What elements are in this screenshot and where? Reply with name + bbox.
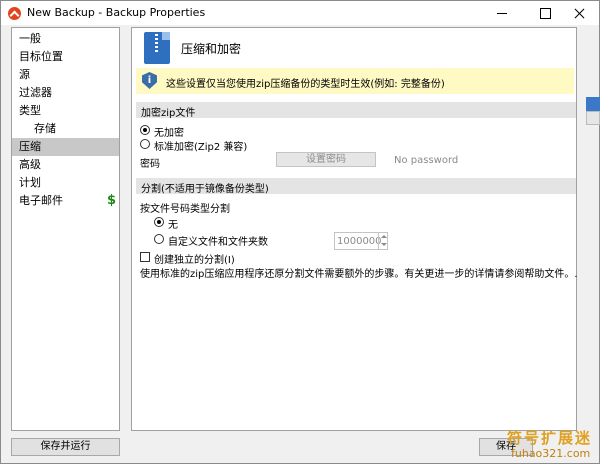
password-label: 密码	[140, 159, 160, 170]
create-split-label[interactable]: 创建独立的分割(I)	[154, 251, 235, 266]
site-watermark: 符号扩展迷 fuhao321.com	[499, 425, 599, 464]
encryption-section-title: 加密zip文件	[141, 108, 196, 119]
info-shield-icon: i	[142, 72, 157, 89]
page-title: 压缩和加密	[181, 42, 242, 56]
app-icon	[8, 7, 21, 20]
spin-up-icon[interactable]	[378, 233, 387, 241]
backup-properties-window: New Backup - Backup Properties 一般 目标位置 源…	[0, 0, 600, 464]
sidebar-item-email-label: 电子邮件	[19, 194, 63, 207]
sidebar-item-compression[interactable]: 压缩	[12, 138, 119, 156]
encryption-section-header: 加密zip文件	[136, 102, 576, 119]
sidebar-item-type[interactable]: 类型	[12, 102, 119, 120]
split-none-radio[interactable]	[154, 217, 164, 227]
background-window-edge	[586, 97, 600, 111]
sidebar-item-filters[interactable]: 过滤器	[12, 84, 119, 102]
title-bar: New Backup - Backup Properties	[1, 1, 599, 25]
page-corner-icon	[162, 32, 170, 40]
split-section-title: 分割(不适用于镜像备份类型)	[141, 184, 269, 195]
info-text: 这些设置仅当您使用zip压缩备份的类型时生效(例如: 完整备份)	[166, 79, 445, 90]
zip-file-icon	[144, 32, 170, 64]
password-status: No password	[394, 155, 459, 166]
watermark-title: 符号扩展迷	[507, 429, 593, 447]
zipper-icon	[155, 34, 158, 54]
minimize-button[interactable]	[485, 1, 519, 25]
settings-sidebar: 一般 目标位置 源 过滤器 类型 存储 压缩 高级 计划 电子邮件 $	[11, 27, 120, 431]
standard-encryption-radio[interactable]	[140, 139, 150, 149]
split-by-type-label: 按文件号码类型分割	[140, 204, 230, 215]
save-and-run-button[interactable]: 保存并运行	[11, 438, 120, 456]
sidebar-item-storage[interactable]: 存储	[12, 120, 119, 138]
sidebar-item-source[interactable]: 源	[12, 66, 119, 84]
set-password-button[interactable]: 设置密码	[276, 152, 376, 167]
sidebar-item-advanced[interactable]: 高级	[12, 156, 119, 174]
no-encryption-radio[interactable]	[140, 125, 150, 135]
spin-down-icon[interactable]	[378, 241, 387, 249]
split-note: 使用标准的zip压缩应用程序还原分割文件需要额外的步骤。有关更进一步的详情请参阅…	[140, 269, 578, 280]
sidebar-item-schedule[interactable]: 计划	[12, 174, 119, 192]
standard-encryption-label[interactable]: 标准加密(Zip2 兼容)	[154, 138, 247, 153]
sidebar-item-general[interactable]: 一般	[12, 30, 119, 48]
sidebar-item-email[interactable]: 电子邮件 $	[12, 192, 119, 210]
split-count-stepper[interactable]: 1000000	[334, 232, 388, 250]
split-custom-radio[interactable]	[154, 234, 164, 244]
create-split-checkbox[interactable]	[140, 252, 150, 262]
maximize-button[interactable]	[528, 1, 562, 25]
window-title: New Backup - Backup Properties	[27, 6, 206, 19]
no-encryption-label[interactable]: 无加密	[154, 124, 184, 139]
sidebar-item-destination[interactable]: 目标位置	[12, 48, 119, 66]
split-count-value: 1000000	[337, 236, 382, 247]
watermark-url: fuhao321.com	[511, 447, 591, 460]
dollar-icon: $	[106, 193, 116, 208]
split-section-header: 分割(不适用于镜像备份类型)	[136, 178, 576, 195]
info-banner: i 这些设置仅当您使用zip压缩备份的类型时生效(例如: 完整备份)	[136, 68, 574, 94]
compression-panel: 压缩和加密 i 这些设置仅当您使用zip压缩备份的类型时生效(例如: 完整备份)…	[131, 27, 578, 431]
split-none-label[interactable]: 无	[168, 216, 178, 231]
background-scroll-edge	[586, 111, 600, 125]
split-custom-label[interactable]: 自定义文件和文件夹数	[168, 233, 268, 248]
close-button[interactable]	[562, 1, 596, 25]
